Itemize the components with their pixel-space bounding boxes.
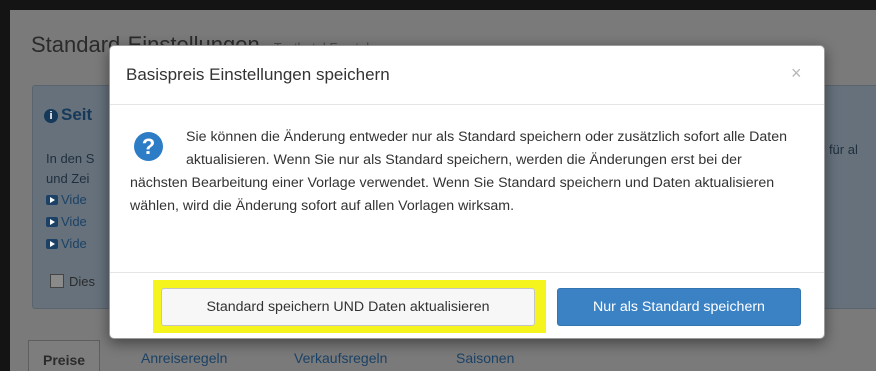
close-icon[interactable]: ×	[791, 64, 802, 82]
save-default-only-button[interactable]: Nur als Standard speichern	[557, 288, 801, 326]
info-heading-text: Seit	[61, 105, 93, 124]
video-link[interactable]: Vide	[46, 214, 87, 229]
checkbox-label: Dies	[69, 274, 96, 289]
window-frame-top	[0, 0, 876, 10]
info-icon: i	[44, 109, 58, 123]
tab-verkaufsregeln[interactable]: Verkaufsregeln	[294, 350, 387, 366]
save-and-update-button[interactable]: Standard speichern UND Daten aktualisier…	[161, 288, 535, 326]
icon-spacer	[130, 126, 186, 172]
info-text-line: In den S	[46, 151, 95, 166]
video-link-text: Vide	[61, 192, 87, 207]
video-link-text: Vide	[61, 236, 87, 251]
dialog-message: Sie können die Änderung entweder nur als…	[130, 126, 800, 218]
video-link[interactable]: Vide	[46, 192, 87, 207]
dismiss-checkbox[interactable]: Dies	[50, 274, 95, 289]
tab-preise[interactable]: Preise	[28, 340, 101, 371]
video-play-icon	[46, 239, 58, 249]
checkbox-box[interactable]	[50, 274, 64, 288]
video-play-icon	[46, 195, 58, 205]
dialog-body: ? Sie können die Änderung entweder nur a…	[110, 105, 824, 272]
tab-anreiseregeln[interactable]: Anreiseregeln	[141, 350, 227, 366]
save-dialog: Basispreis Einstellungen speichern × ? S…	[109, 45, 825, 339]
video-play-icon	[46, 217, 58, 227]
window-frame-left	[0, 0, 10, 371]
dialog-title: Basispreis Einstellungen speichern	[126, 65, 390, 84]
dialog-message-text: Sie können die Änderung entweder nur als…	[130, 129, 787, 214]
tab-bar: Preise Anreiseregeln Verkaufsregeln Sais…	[28, 340, 876, 371]
dialog-footer: Standard speichern UND Daten aktualisier…	[110, 272, 824, 338]
video-link-text: Vide	[61, 214, 87, 229]
info-text-line: und Zei	[46, 171, 90, 186]
info-panel-heading: i Seit	[44, 105, 92, 125]
tab-saisonen[interactable]: Saisonen	[456, 350, 514, 366]
video-link[interactable]: Vide	[46, 236, 87, 251]
dialog-header: Basispreis Einstellungen speichern ×	[110, 46, 824, 105]
info-text-fragment: r für al	[821, 142, 858, 157]
